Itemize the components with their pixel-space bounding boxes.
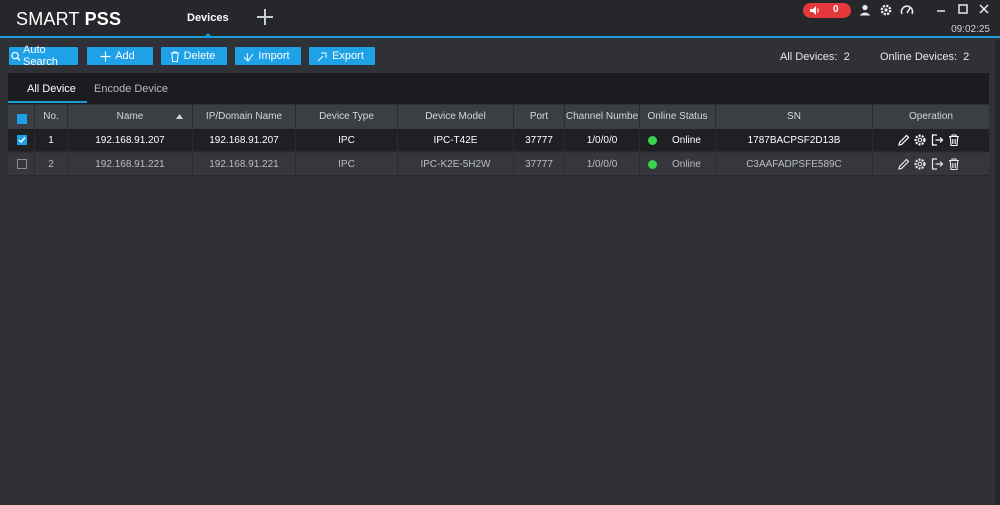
cell-channel: 1/0/0/0	[565, 153, 640, 176]
search-icon	[11, 51, 21, 61]
row-checkbox[interactable]	[17, 135, 27, 145]
trash-icon	[170, 51, 179, 62]
app-logo: SMART PSS	[16, 9, 122, 29]
cell-ip: 192.168.91.207	[193, 129, 296, 152]
status-text: Online	[672, 159, 701, 170]
user-icon[interactable]	[858, 3, 872, 17]
table-row[interactable]: 1 192.168.91.207 192.168.91.207 IPC IPC-…	[8, 129, 989, 152]
sort-asc-icon	[176, 114, 183, 119]
cell-sn: C3AAFADPSFE589C	[716, 153, 873, 176]
col-device-model[interactable]: Device Model	[398, 105, 514, 129]
speaker-icon	[810, 6, 819, 15]
cell-name: 192.168.91.221	[68, 153, 193, 176]
logout-icon[interactable]	[930, 157, 944, 171]
col-ip[interactable]: IP/Domain Name	[193, 105, 296, 129]
tab-encode-device[interactable]: Encode Device	[94, 83, 168, 95]
row-select-cell[interactable]	[8, 129, 35, 152]
status-text: Online	[672, 135, 701, 146]
cell-operation	[873, 129, 989, 152]
minimize-icon[interactable]	[935, 3, 947, 15]
cell-sn: 1787BACPSF2D13B	[716, 129, 873, 152]
cell-port: 37777	[514, 129, 565, 152]
col-no[interactable]: No.	[35, 105, 68, 129]
col-name[interactable]: Name	[68, 105, 193, 129]
auto-search-button[interactable]: Auto Search	[9, 44, 78, 68]
settings-icon[interactable]	[913, 157, 927, 171]
import-label: Import	[258, 50, 290, 62]
export-label: Export	[332, 50, 364, 62]
cell-no: 1	[35, 129, 68, 152]
col-channel[interactable]: Channel Numbe	[565, 105, 640, 129]
cell-name: 192.168.91.207	[68, 129, 193, 152]
col-operation: Operation	[909, 111, 953, 122]
tab-devices[interactable]: Devices	[187, 12, 229, 24]
auto-search-label: Auto Search	[23, 44, 58, 68]
delete-label: Delete	[183, 50, 216, 62]
device-subtabs: All Device Encode Device	[8, 73, 989, 104]
col-port[interactable]: Port	[514, 105, 565, 129]
table-row[interactable]: 2 192.168.91.221 192.168.91.221 IPC IPC-…	[8, 153, 989, 176]
maximize-icon[interactable]	[957, 3, 969, 15]
plus-icon	[100, 51, 111, 61]
row-checkbox[interactable]	[17, 159, 27, 169]
select-all-cell[interactable]	[8, 105, 35, 129]
title-bar: SMART PSS Devices 0 09:02:25	[0, 0, 1000, 38]
all-devices-count: All Devices: 2	[780, 51, 850, 63]
cell-online-status: Online	[640, 129, 716, 152]
cell-online-status: Online	[640, 153, 716, 176]
export-button[interactable]: Export	[309, 47, 375, 65]
clock: 09:02:25	[951, 24, 990, 35]
delete-icon[interactable]	[947, 157, 961, 171]
col-online-status[interactable]: Online Status	[640, 105, 716, 129]
add-label: Add	[115, 50, 135, 62]
cell-device-type: IPC	[296, 129, 398, 152]
export-icon	[317, 52, 327, 61]
edit-icon[interactable]	[897, 157, 911, 171]
cell-device-type: IPC	[296, 153, 398, 176]
cell-port: 37777	[514, 153, 565, 176]
delete-button[interactable]: Delete	[161, 47, 227, 65]
close-icon[interactable]	[978, 3, 990, 15]
window-edge-strip	[995, 40, 1000, 505]
select-all-checkbox[interactable]	[17, 114, 27, 124]
cell-channel: 1/0/0/0	[565, 129, 640, 152]
cell-device-model: IPC-T42E	[398, 129, 514, 152]
alarm-count: 0	[833, 4, 839, 15]
row-select-cell[interactable]	[8, 153, 35, 176]
col-sn[interactable]: SN	[716, 105, 873, 129]
check-icon	[18, 137, 26, 144]
col-device-type[interactable]: Device Type	[296, 105, 398, 129]
active-tab-caret	[204, 33, 212, 37]
import-icon	[244, 52, 254, 62]
tab-all-device[interactable]: All Device	[27, 83, 76, 95]
delete-icon[interactable]	[947, 133, 961, 147]
cell-no: 2	[35, 153, 68, 176]
settings-icon[interactable]	[913, 133, 927, 147]
gear-icon[interactable]	[879, 3, 893, 17]
logout-icon[interactable]	[930, 133, 944, 147]
online-indicator-icon	[648, 136, 657, 145]
cell-operation	[873, 153, 989, 176]
gauge-icon[interactable]	[900, 3, 914, 17]
online-devices-count: Online Devices: 2	[880, 51, 970, 63]
table-header: No. Name IP/Domain Name Device Type Devi…	[8, 105, 989, 129]
edit-icon[interactable]	[897, 133, 911, 147]
online-indicator-icon	[648, 160, 657, 169]
active-subtab-indicator	[8, 101, 87, 103]
cell-ip: 192.168.91.221	[193, 153, 296, 176]
add-button[interactable]: Add	[87, 47, 153, 65]
cell-device-model: IPC-K2E-5H2W	[398, 153, 514, 176]
add-tab-icon[interactable]	[256, 8, 274, 26]
alarm-badge[interactable]: 0	[803, 3, 851, 18]
import-button[interactable]: Import	[235, 47, 301, 65]
